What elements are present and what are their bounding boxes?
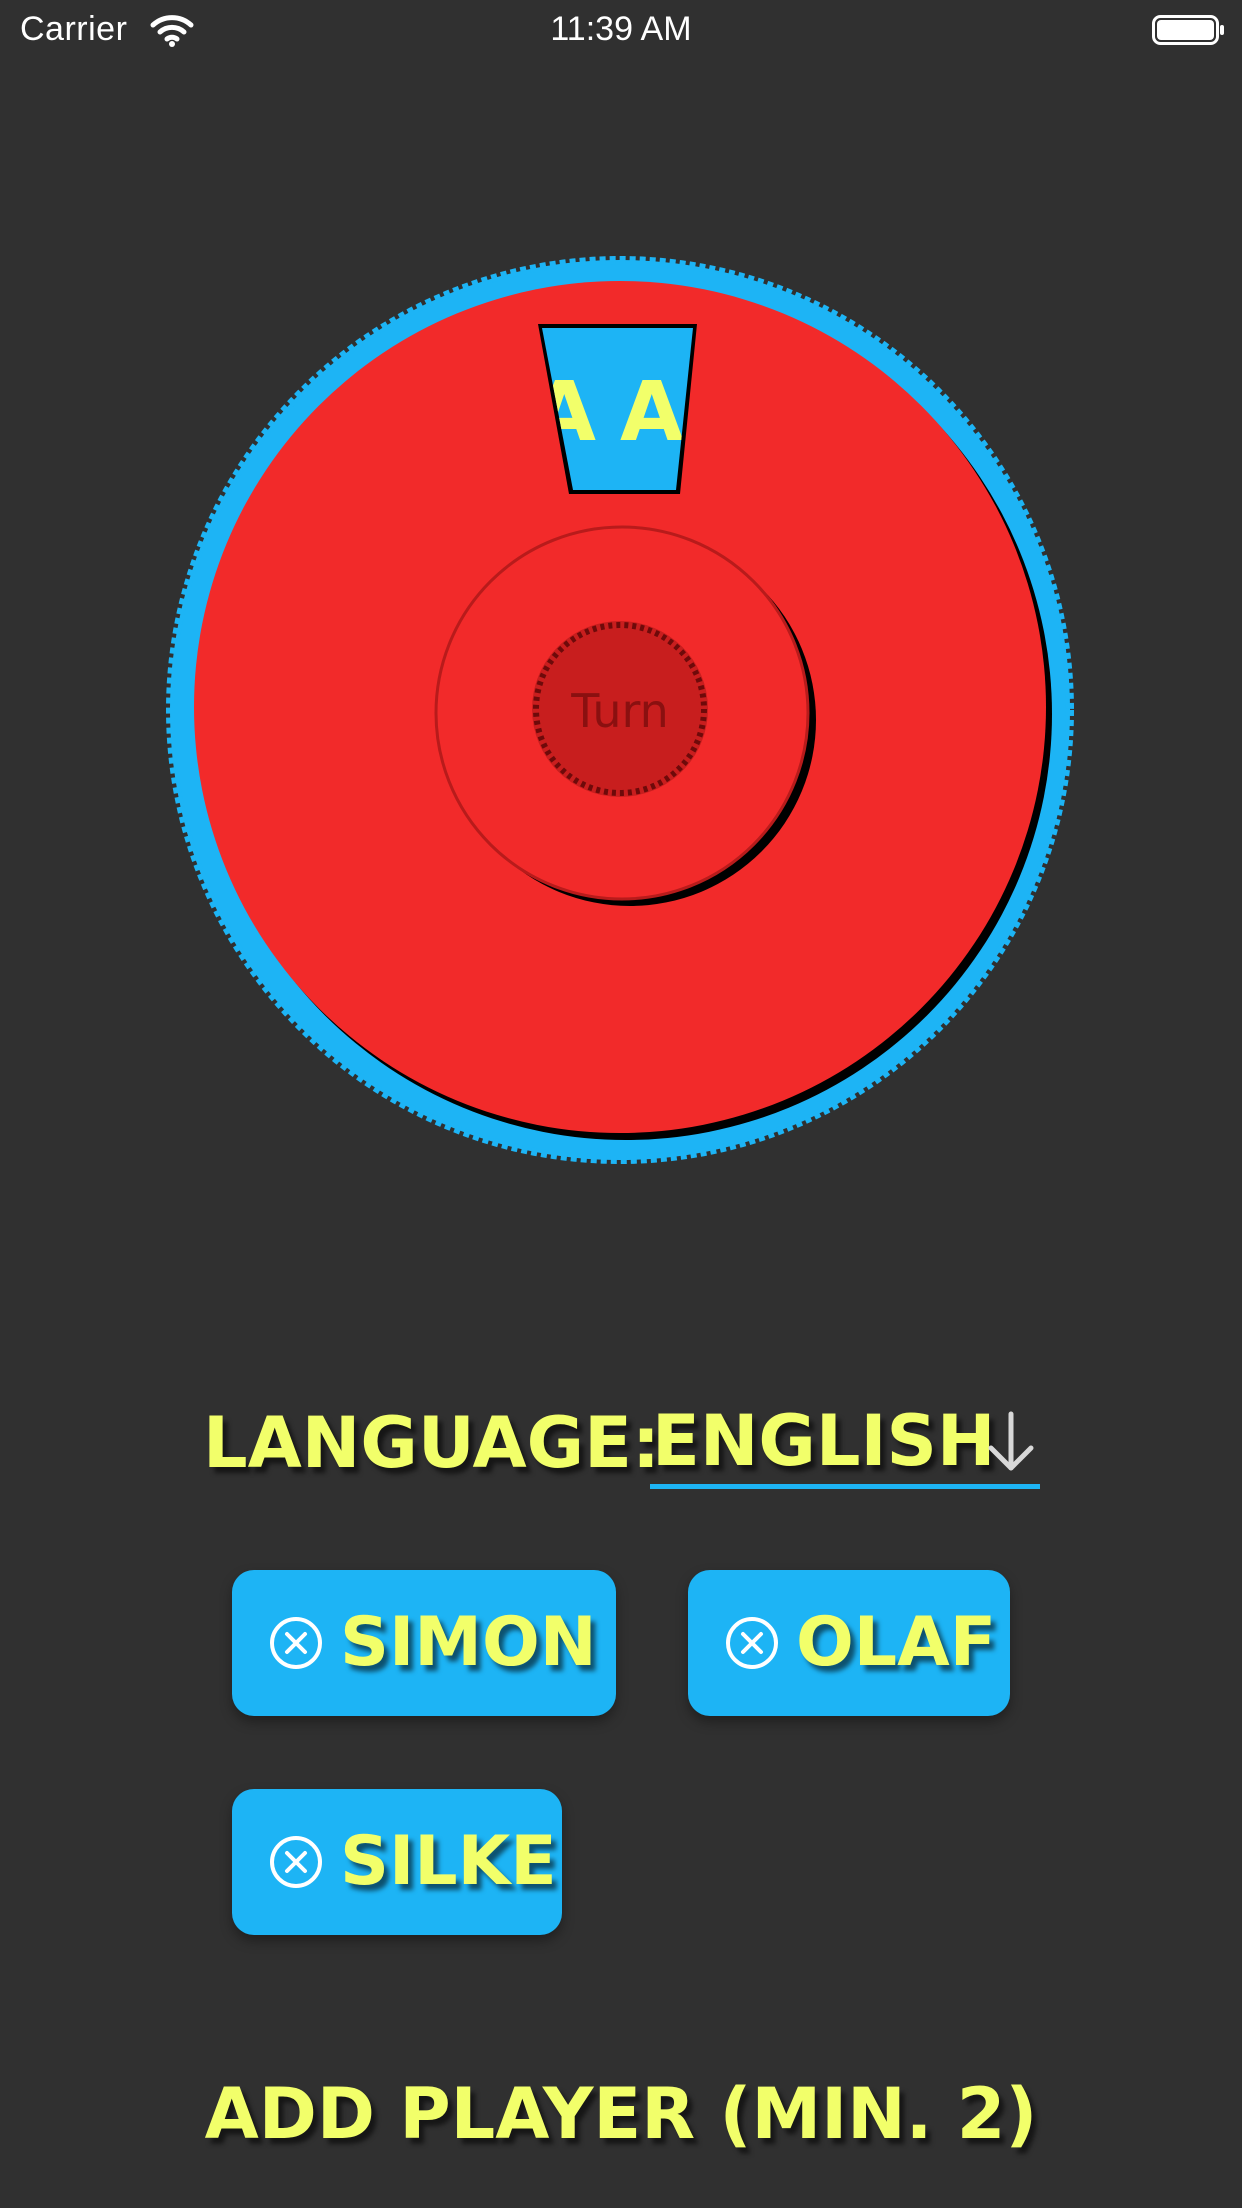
language-value: ENGLISH <box>652 1400 996 1482</box>
player-name: SILKE <box>340 1822 557 1901</box>
player-chip-olaf[interactable]: OLAF <box>688 1570 1010 1716</box>
wheel[interactable]: AA Turn <box>160 250 1080 1170</box>
player-chip-silke[interactable]: SILKE <box>232 1789 562 1935</box>
arrow-down-icon <box>988 1411 1034 1471</box>
language-select[interactable]: ENGLISH <box>650 1396 1040 1489</box>
status-bar: Carrier 11:39 AM <box>0 0 1242 60</box>
turn-button[interactable]: Turn <box>532 621 708 797</box>
player-name: OLAF <box>796 1603 997 1682</box>
remove-circle-icon[interactable] <box>268 1615 324 1671</box>
clock: 11:39 AM <box>550 10 692 48</box>
player-chip-simon[interactable]: SIMON <box>232 1570 616 1716</box>
battery-icon <box>1152 15 1224 45</box>
remove-circle-icon[interactable] <box>268 1834 324 1890</box>
player-name: SIMON <box>340 1603 597 1682</box>
remove-circle-icon[interactable] <box>724 1615 780 1671</box>
turn-button-label: Turn <box>570 684 669 738</box>
add-player-button[interactable]: ADD PLAYER (MIN. 2) <box>0 2066 1242 2162</box>
language-label: LANGUAGE: <box>203 1402 660 1484</box>
